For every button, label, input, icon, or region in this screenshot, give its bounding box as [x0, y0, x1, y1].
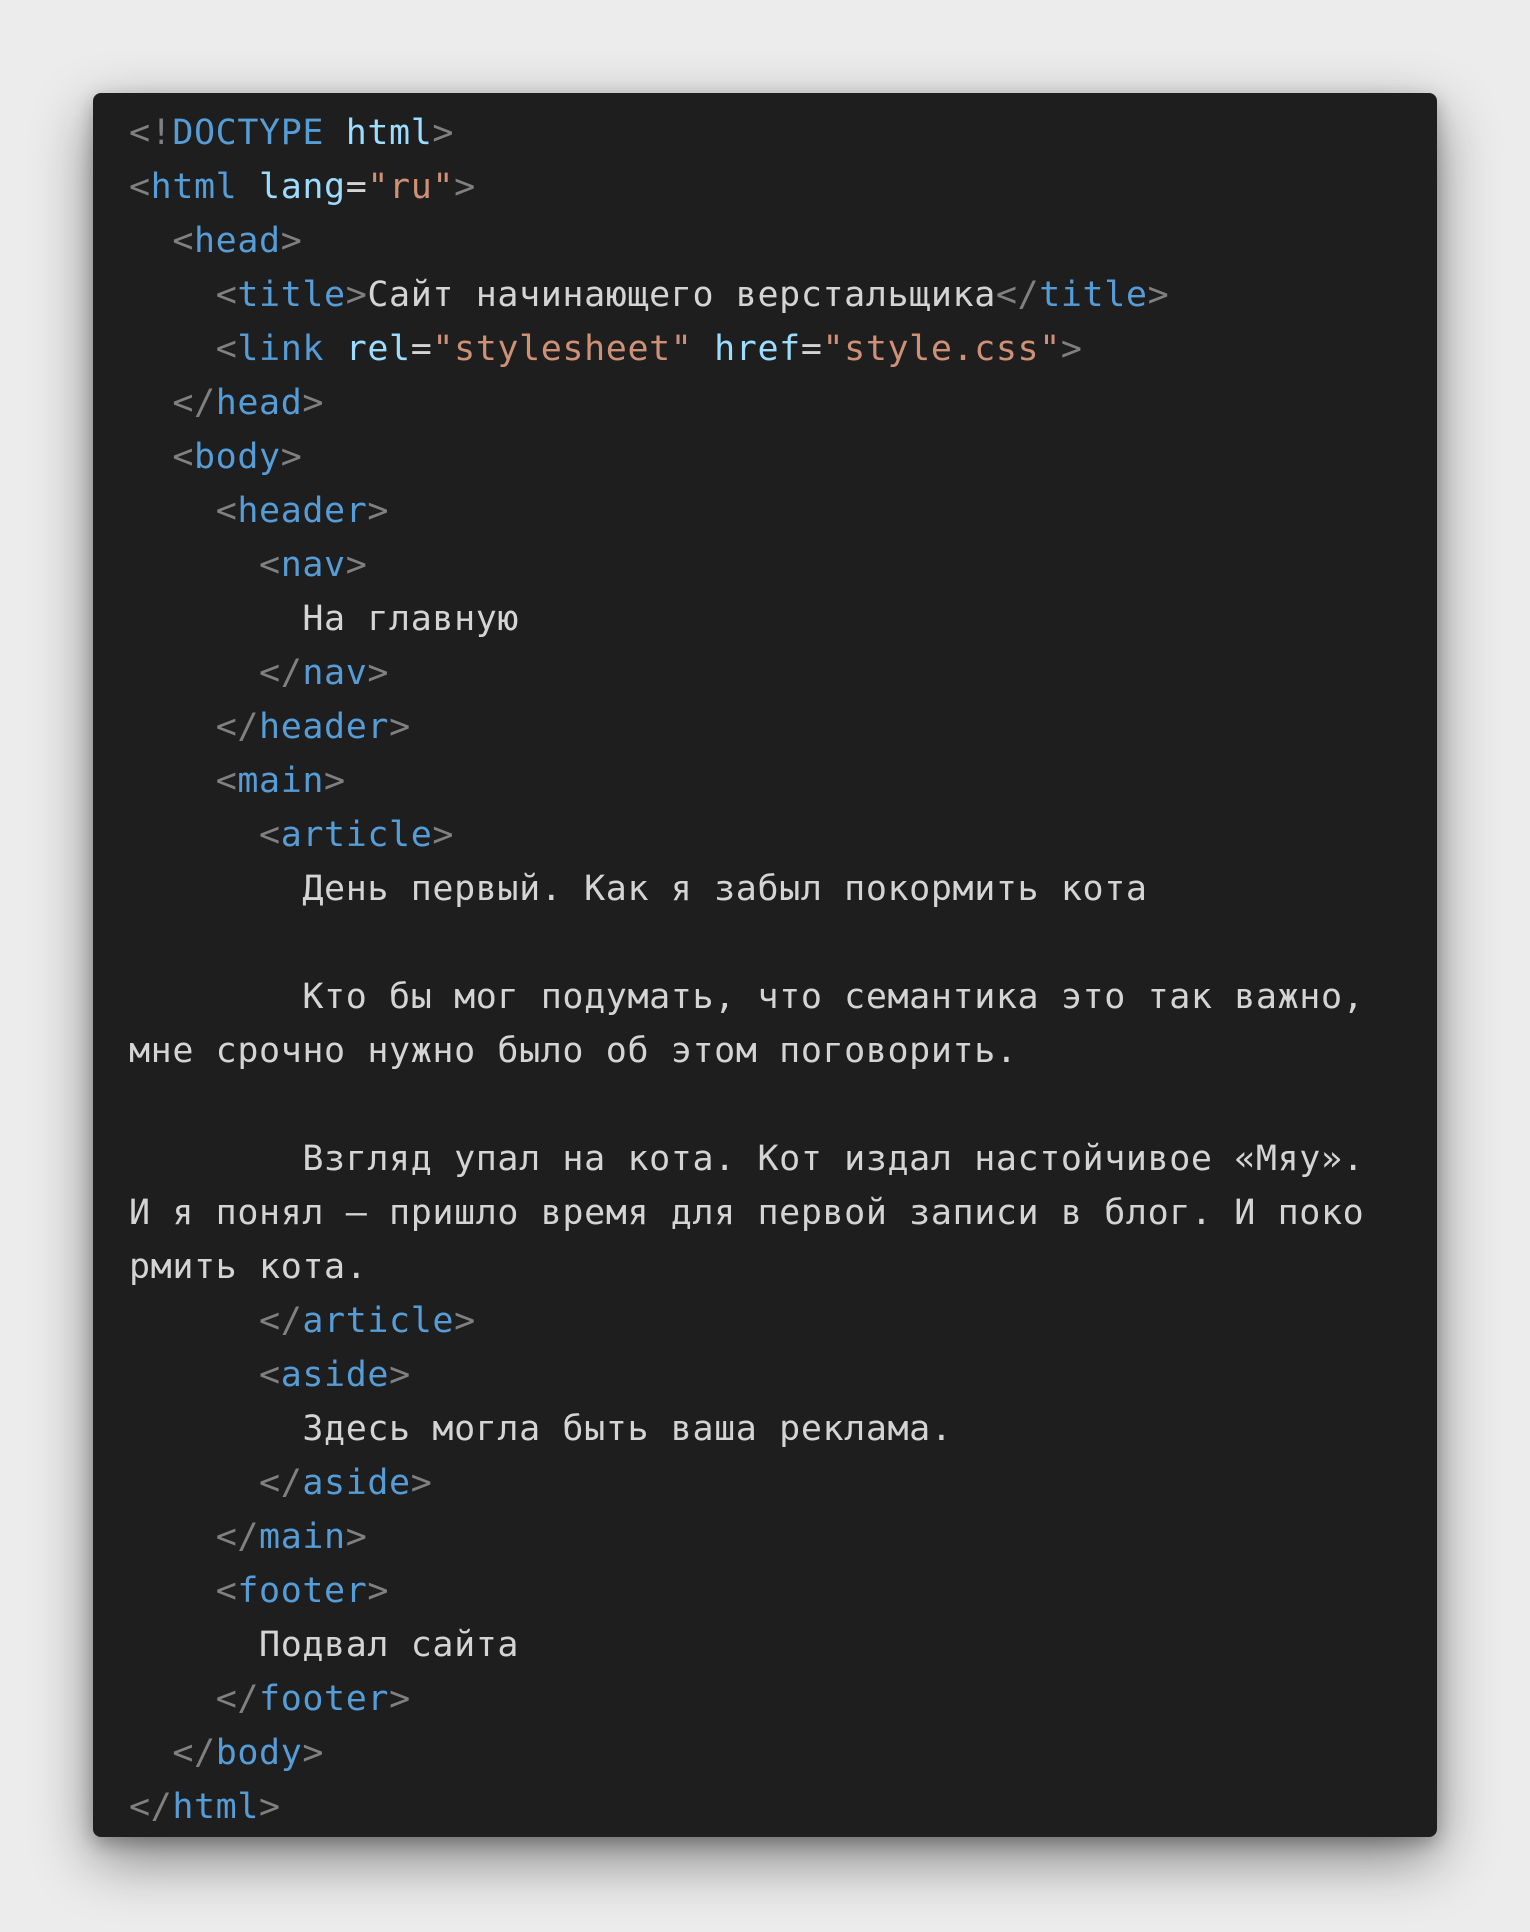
- code-line-html-close: </html>: [129, 1787, 281, 1827]
- code-line-nav-text: На главную: [302, 599, 520, 639]
- code-line-aside-open: <aside>: [259, 1355, 411, 1395]
- code-line-article-text: мне срочно нужно было об этом поговорить…: [129, 1031, 1018, 1071]
- code-line-body-close: </body>: [172, 1733, 325, 1773]
- code-line-title: <title>Сайт начинающего верстальщика</ti…: [215, 275, 1170, 315]
- code-line-body-open: <body>: [172, 437, 303, 477]
- code-line-doctype: <!DOCTYPE html>: [129, 113, 455, 153]
- code-line-nav-close: </nav>: [259, 653, 390, 693]
- code-line-header-close: </header>: [215, 707, 411, 747]
- code-line-aside-close: </aside>: [259, 1463, 433, 1503]
- code-line-link: <link rel="stylesheet" href="style.css">: [215, 329, 1083, 369]
- code-block: <!DOCTYPE html> <html lang="ru"> <head> …: [129, 106, 1401, 1834]
- code-line-main-close: </main>: [215, 1517, 368, 1557]
- code-line-article-open: <article>: [259, 815, 455, 855]
- code-line-article-heading: День первый. Как я забыл покормить кота: [302, 869, 1148, 909]
- code-line-article-text: Кто бы мог подумать, что семантика это т…: [302, 977, 1365, 1017]
- code-line-head-open: <head>: [172, 221, 303, 261]
- code-line-article-text: рмить кота.: [129, 1247, 368, 1287]
- code-line-footer-close: </footer>: [215, 1679, 411, 1719]
- code-line-aside-text: Здесь могла быть ваша реклама.: [302, 1409, 953, 1449]
- code-line-article-close: </article>: [259, 1301, 476, 1341]
- code-line-head-close: </head>: [172, 383, 325, 423]
- code-line-header-open: <header>: [215, 491, 390, 531]
- code-line-main-open: <main>: [215, 761, 346, 801]
- code-line-article-text: Взгляд упал на кота. Кот издал настойчив…: [302, 1139, 1365, 1179]
- code-line-article-text: И я понял — пришло время для первой запи…: [129, 1193, 1365, 1233]
- code-line-html-open: <html lang="ru">: [129, 167, 476, 207]
- code-line-footer-text: Подвал сайта: [259, 1625, 520, 1665]
- code-line-footer-open: <footer>: [215, 1571, 390, 1611]
- code-line-nav-open: <nav>: [259, 545, 368, 585]
- code-editor-panel: <!DOCTYPE html> <html lang="ru"> <head> …: [93, 93, 1437, 1837]
